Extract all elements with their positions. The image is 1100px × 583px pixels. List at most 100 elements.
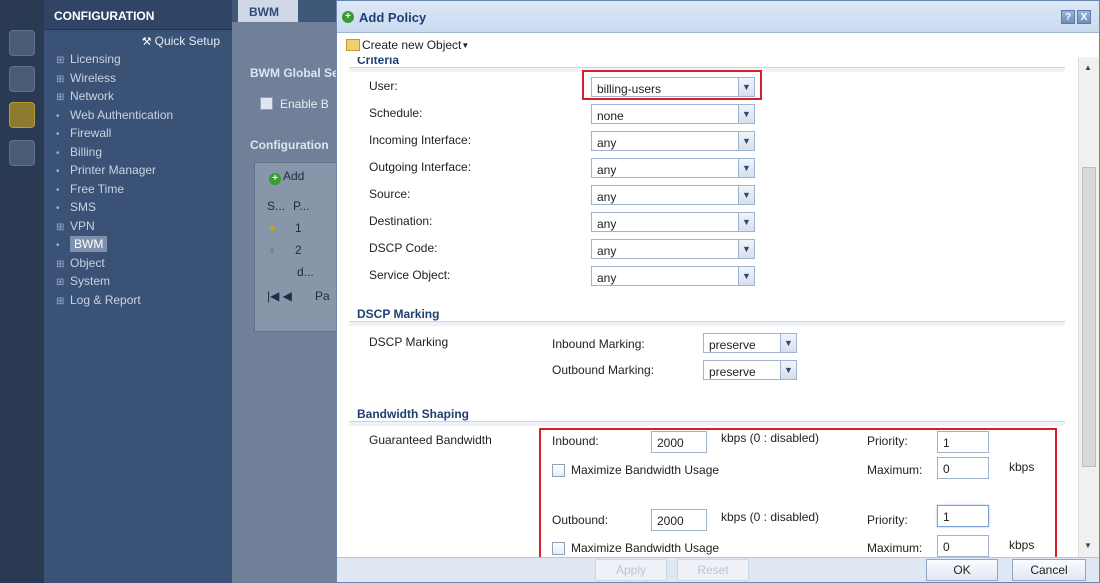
cancel-button[interactable]: Cancel [1012, 559, 1086, 581]
scroll-up-icon[interactable]: ▲ [1084, 63, 1092, 72]
criteria-section-title: Criteria [357, 57, 400, 67]
criteria-select[interactable]: any ▼ [591, 266, 755, 286]
sidebar-item-wireless[interactable]: ⊞ Wireless [56, 69, 232, 88]
criteria-select[interactable]: none ▼ [591, 104, 755, 124]
sidebar-item-label: Billing [70, 144, 103, 159]
column-status[interactable]: S... [267, 199, 285, 213]
configuration-panel: CONFIGURATION ⚒ Quick Setup ⊞ Licensing ⊞ Wi… [44, 0, 232, 583]
maintenance-icon[interactable] [9, 140, 35, 166]
sidebar-item-label: Printer Manager [70, 163, 157, 177]
table-cell: 2 [295, 243, 302, 257]
chevron-down-icon[interactable]: ▼ [738, 240, 754, 258]
chevron-down-icon[interactable]: ▼ [780, 361, 796, 379]
configuration-gear-icon[interactable] [9, 102, 35, 128]
chevron-down-icon[interactable]: ▼ [738, 213, 754, 231]
monitor-icon[interactable] [9, 66, 35, 92]
scroll-down-icon[interactable]: ▼ [1084, 541, 1092, 550]
table-cell: d... [297, 265, 314, 279]
dashboard-icon[interactable] [9, 30, 35, 56]
sidebar-item-label: Web Authentication [70, 107, 174, 122]
sidebar-item-label: Network [70, 89, 115, 103]
bullet-icon: • [56, 240, 60, 251]
scroll-thumb[interactable] [1082, 167, 1096, 467]
criteria-select[interactable]: any ▼ [591, 185, 755, 205]
section-divider [349, 421, 1065, 426]
create-object-menu[interactable]: Create new Object▼ [346, 38, 469, 52]
column-priority[interactable]: P... [293, 199, 309, 213]
policy-table: + Add S... P... ♦ 1 ♦ 2 d... |◀ ◀ Pa [254, 162, 340, 332]
sidebar-item-licensing[interactable]: ⊞ Licensing [56, 50, 232, 69]
chevron-down-icon[interactable]: ▼ [738, 105, 754, 123]
bwm-content: BWM Global Se Enable B Configuration + Ad… [232, 22, 340, 583]
add-icon: + [269, 173, 281, 185]
criteria-select[interactable]: any ▼ [591, 131, 755, 151]
criteria-select-value: any [597, 136, 617, 150]
chevron-down-icon[interactable]: ▼ [738, 132, 754, 150]
expand-icon: ⊞ [56, 92, 65, 103]
reset-button-behind: Reset [677, 559, 749, 581]
vertical-scrollbar[interactable]: ▲ ▼ [1078, 57, 1099, 557]
outbound-marking-select[interactable]: preserve ▼ [703, 360, 797, 380]
quick-setup-link[interactable]: ⚒ Quick Setup [44, 30, 232, 50]
criteria-select-value: any [597, 271, 617, 285]
sidebar-item-free-time[interactable]: • Free Time [56, 180, 232, 199]
chevron-down-icon[interactable]: ▼ [738, 186, 754, 204]
sidebar-item-label: SMS [70, 200, 97, 214]
dialog-title-bar: + Add Policy ? X [337, 1, 1099, 33]
nav-tree: ⊞ Licensing ⊞ Wireless ⊞ Network • Web Authenti… [44, 50, 232, 309]
sidebar-item-label: Free Time [70, 181, 125, 196]
pager-label: Pa [315, 289, 330, 303]
chevron-down-icon[interactable]: ▼ [738, 267, 754, 285]
dscp-section-title: DSCP Marking [357, 307, 440, 321]
dialog-title: Add Policy [359, 10, 427, 25]
sidebar-item-bwm[interactable]: • BWM [56, 235, 232, 254]
criteria-select[interactable]: any ▼ [591, 239, 755, 259]
sidebar-item-billing[interactable]: • Billing [56, 143, 232, 162]
sidebar-item-label: Wireless [70, 70, 117, 85]
criteria-label: Incoming Interface: [369, 133, 472, 147]
add-button[interactable]: + Add [269, 169, 304, 185]
sidebar-item-object[interactable]: ⊞ Object [56, 254, 232, 273]
inbound-marking-label: Inbound Marking: [552, 337, 645, 351]
bwm-global-settings-heading: BWM Global Se [250, 66, 339, 80]
inactive-bulb-icon: ♦ [269, 243, 276, 257]
criteria-select[interactable]: any ▼ [591, 158, 755, 178]
inbound-marking-select[interactable]: preserve ▼ [703, 333, 797, 353]
close-button[interactable]: X [1077, 10, 1091, 24]
sidebar-item-vpn[interactable]: ⊞ VPN [56, 217, 232, 236]
expand-icon: ⊞ [56, 277, 65, 288]
criteria-label: Source: [369, 187, 411, 201]
sidebar-item-sms[interactable]: • SMS [56, 198, 232, 217]
criteria-label: Schedule: [369, 106, 423, 120]
sidebar-item-printer-manager[interactable]: • Printer Manager [56, 161, 232, 180]
sidebar-item-firewall[interactable]: • Firewall [56, 124, 232, 143]
sidebar-item-network[interactable]: ⊞ Network [56, 87, 232, 106]
dialog-footer: Apply Reset OK Cancel [337, 557, 1099, 582]
help-button[interactable]: ? [1061, 10, 1075, 24]
bandwidth-section-title: Bandwidth Shaping [357, 407, 469, 421]
enable-bwm-checkbox[interactable] [260, 97, 273, 110]
configuration-heading: Configuration [250, 138, 329, 152]
chevron-down-icon[interactable]: ▼ [738, 159, 754, 177]
expand-icon: ⊞ [56, 55, 65, 66]
criteria-select[interactable]: any ▼ [591, 212, 755, 232]
tab-bwm[interactable]: BWM [238, 0, 298, 22]
sidebar-item-log-report[interactable]: ⊞ Log & Report [56, 291, 232, 310]
section-divider [349, 321, 1065, 326]
inbound-marking-value: preserve [709, 338, 756, 352]
pager-first-icon[interactable]: |◀ ◀ [267, 289, 292, 303]
criteria-label: Outgoing Interface: [369, 160, 472, 174]
chevron-down-icon: ▼ [461, 41, 470, 50]
sidebar-item-label: Log & Report [70, 292, 141, 307]
ok-button[interactable]: OK [926, 559, 998, 581]
criteria-select-value: any [597, 163, 617, 177]
quick-setup-icon: ⚒ [141, 36, 152, 48]
outbound-marking-value: preserve [709, 365, 756, 379]
outbound-marking-label: Outbound Marking: [552, 363, 655, 377]
chevron-down-icon[interactable]: ▼ [780, 334, 796, 352]
add-policy-icon: + [342, 11, 354, 23]
sidebar-item-web-authentication[interactable]: • Web Authentication [56, 106, 232, 125]
criteria-select-value: any [597, 217, 617, 231]
object-icon [346, 39, 360, 51]
sidebar-item-system[interactable]: ⊞ System [56, 272, 232, 291]
